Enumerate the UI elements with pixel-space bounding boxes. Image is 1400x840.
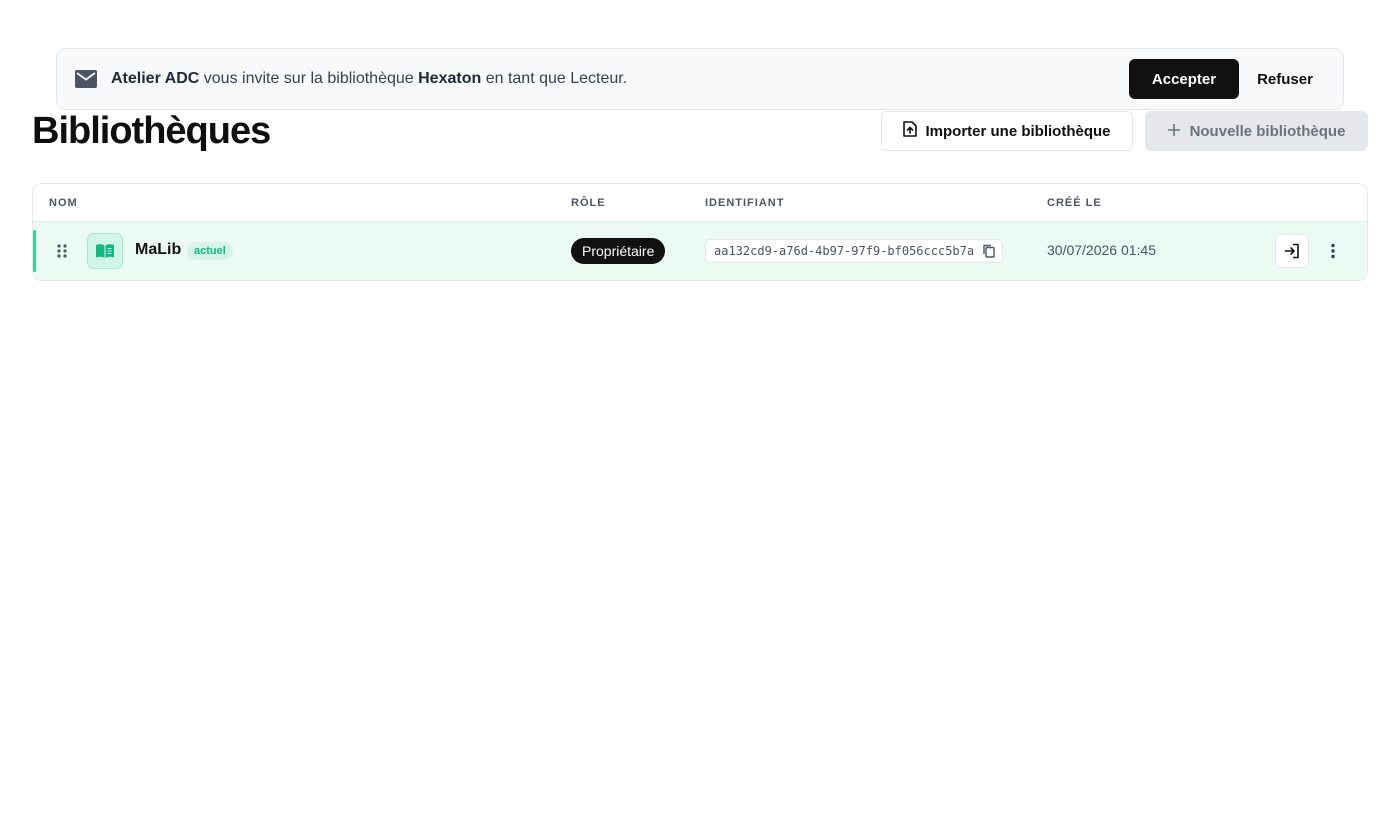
role-badge: Propriétaire — [571, 238, 666, 264]
page-title: Bibliothèques — [32, 110, 271, 152]
invitation-message: Atelier ADC vous invite sur la bibliothè… — [111, 70, 1129, 88]
file-import-icon — [903, 121, 918, 141]
current-badge: actuel — [187, 242, 233, 260]
mail-icon — [75, 68, 97, 90]
identifier-value: aa132cd9-a76d-4b97-97f9-bf056ccc5b7a — [714, 244, 975, 258]
inviter-name: Atelier ADC — [111, 70, 200, 87]
column-header-created: CRÉÉ LE — [1047, 197, 1102, 209]
column-header-role: RÔLE — [571, 197, 606, 209]
import-library-label: Importer une bibliothèque — [925, 122, 1111, 140]
column-header-name: NOM — [49, 197, 78, 209]
import-library-button[interactable]: Importer une bibliothèque — [881, 111, 1133, 151]
invited-library-name: Hexaton — [418, 70, 482, 87]
invitation-text-middle: vous invite sur la bibliothèque — [203, 70, 414, 87]
new-library-button[interactable]: Nouvelle bibliothèque — [1145, 111, 1368, 151]
new-library-label: Nouvelle bibliothèque — [1189, 122, 1346, 140]
libraries-table: NOM RÔLE IDENTIFIANT CRÉÉ LE MaLib actue… — [32, 183, 1368, 281]
accept-button[interactable]: Accepter — [1129, 59, 1239, 99]
book-icon — [87, 233, 123, 269]
drag-handle-icon[interactable] — [55, 243, 69, 259]
current-row-indicator — [33, 230, 36, 272]
plus-icon — [1167, 123, 1180, 140]
library-name[interactable]: MaLib — [135, 241, 181, 259]
invitation-text-end: en tant que Lecteur. — [485, 70, 628, 87]
invitation-banner: Atelier ADC vous invite sur la bibliothè… — [56, 48, 1344, 110]
login-icon — [1284, 243, 1299, 259]
created-date: 30/07/2026 01:45 — [1047, 242, 1156, 258]
table-header: NOM RÔLE IDENTIFIANT CRÉÉ LE — [33, 184, 1367, 222]
open-library-button[interactable] — [1275, 234, 1309, 268]
identifier-field: aa132cd9-a76d-4b97-97f9-bf056ccc5b7a — [705, 239, 1003, 263]
table-row[interactable]: MaLib actuel Propriétaire aa132cd9-a76d-… — [33, 222, 1367, 280]
copy-icon[interactable] — [980, 243, 996, 259]
column-header-identifier: IDENTIFIANT — [705, 197, 785, 209]
more-options-icon[interactable] — [1319, 234, 1347, 268]
refuse-button[interactable]: Refuser — [1245, 59, 1325, 99]
